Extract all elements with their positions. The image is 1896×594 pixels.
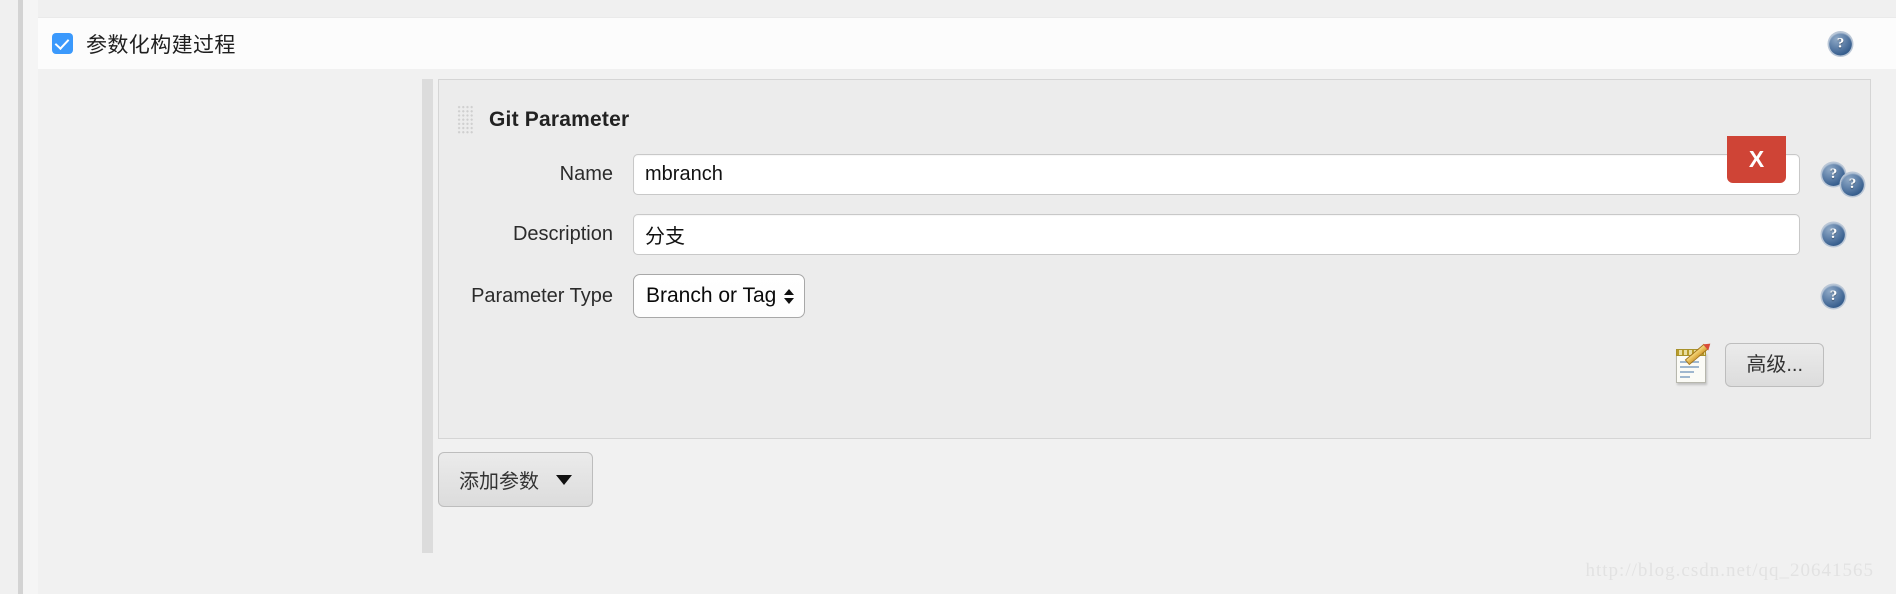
section-header: 参数化构建过程 ?: [38, 17, 1896, 70]
left-rail-gutter: [23, 0, 38, 594]
watermark-text: http://blog.csdn.net/qq_20641565: [1585, 560, 1874, 581]
name-input[interactable]: mbranch: [633, 154, 1800, 195]
parameter-type-help-icon[interactable]: ?: [1822, 284, 1845, 308]
select-stepper-arrows-icon: [784, 288, 795, 304]
page-title: 参数化构建过程: [86, 33, 236, 57]
section-help-icon[interactable]: ?: [1829, 32, 1852, 55]
parameterized-build-checkbox[interactable]: [52, 33, 73, 54]
git-parameter-panel: Git Parameter Name mbranch ? Description…: [438, 79, 1871, 439]
help-icon-glyph: ?: [1836, 35, 1845, 51]
notepad-pencil-icon: [1675, 343, 1711, 383]
description-field-row: Description 分支 ?: [439, 214, 1870, 255]
name-label: Name: [559, 163, 613, 185]
panel-help-icon[interactable]: ?: [1841, 173, 1864, 196]
parameter-type-label: Parameter Type: [471, 284, 613, 307]
advanced-button[interactable]: 高级...: [1725, 343, 1824, 387]
description-input[interactable]: 分支: [633, 214, 1800, 255]
help-icon-glyph: ?: [1848, 176, 1857, 192]
drag-handle-icon[interactable]: [457, 105, 474, 135]
parameter-type-row: Parameter Type Branch or Tag ?: [439, 274, 1870, 318]
advanced-row: 高级...: [439, 343, 1870, 387]
parameter-gutter-bar: [422, 79, 433, 553]
help-icon-glyph: ?: [1829, 226, 1838, 242]
name-field-row: Name mbranch ?: [439, 154, 1870, 195]
section-body: Git Parameter Name mbranch ? Description…: [38, 69, 1896, 594]
parameter-type-select[interactable]: Branch or Tag: [633, 274, 805, 318]
git-parameter-title-row: Git Parameter: [439, 80, 1870, 135]
parameter-type-selected-value: Branch or Tag: [646, 284, 777, 307]
description-label: Description: [512, 223, 613, 245]
help-icon-glyph: ?: [1829, 287, 1838, 304]
parameterized-build-section: 参数化构建过程 ? Git Parameter Name mbranch ? D…: [38, 0, 1896, 594]
help-icon-glyph: ?: [1829, 166, 1838, 182]
git-parameter-title: Git Parameter: [489, 108, 630, 131]
description-help-icon[interactable]: ?: [1822, 223, 1845, 246]
add-parameter-label: 添加参数: [459, 471, 539, 493]
add-parameter-button[interactable]: 添加参数: [438, 452, 593, 507]
delete-parameter-button[interactable]: X: [1727, 136, 1786, 183]
caret-down-icon: [556, 474, 572, 485]
page-root: 参数化构建过程 ? Git Parameter Name mbranch ? D…: [0, 0, 1896, 594]
